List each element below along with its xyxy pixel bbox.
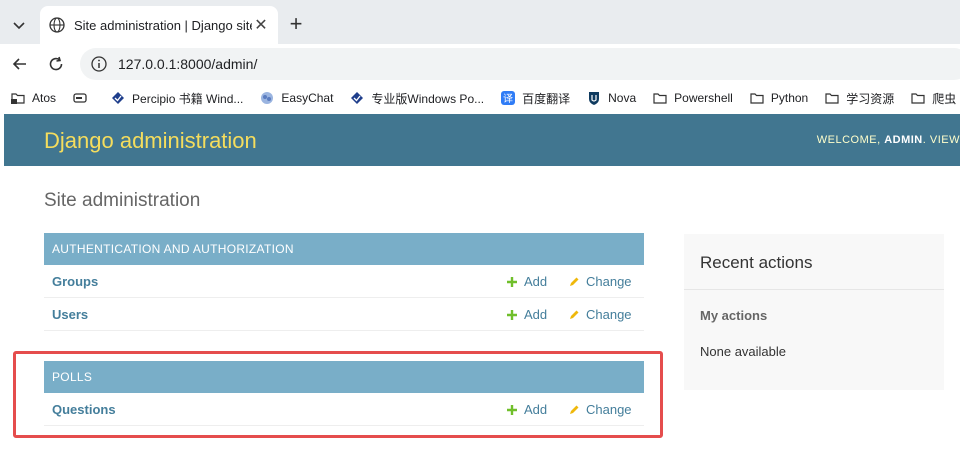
- tab-title: Site administration | Django site a: [74, 17, 252, 33]
- recent-actions-title: Recent actions: [700, 253, 813, 272]
- add-link[interactable]: Add: [506, 307, 547, 322]
- bookmark-atos[interactable]: Atos: [10, 90, 56, 106]
- bookmark-label: Powershell: [674, 91, 733, 105]
- browser-toolbar: 127.0.0.1:8000/admin/: [0, 44, 960, 84]
- bookmark-percipio[interactable]: Percipio 书籍 Wind...: [110, 90, 243, 107]
- add-link[interactable]: Add: [506, 274, 547, 289]
- lock-folder-icon: [10, 90, 26, 106]
- model-link-users[interactable]: Users: [52, 307, 88, 322]
- chevron-down-icon: [13, 22, 25, 30]
- admin-header: Django administration WELCOME, ADMIN. VI…: [4, 114, 960, 166]
- url-text: 127.0.0.1:8000/admin/: [118, 56, 258, 72]
- bookmark-learning[interactable]: 学习资源: [824, 90, 894, 107]
- folder-icon: [910, 90, 926, 106]
- tab-strip: Site administration | Django site a ✕ +: [0, 0, 960, 44]
- reload-icon: [49, 56, 63, 71]
- page-title: Site administration: [44, 190, 201, 211]
- bookmark-label: 专业版Windows Po...: [371, 91, 485, 106]
- folder-icon: [652, 90, 668, 106]
- bookmark-label: Python: [770, 91, 809, 105]
- diamond-icon: [349, 90, 365, 106]
- bookmark-label: 爬虫: [932, 91, 957, 106]
- welcome-text: WELCOME,: [816, 134, 885, 146]
- folder-icon: [824, 90, 840, 106]
- bookmark-label: 百度翻译: [522, 91, 571, 106]
- folder-icon: [749, 90, 765, 106]
- address-bar[interactable]: 127.0.0.1:8000/admin/: [80, 48, 960, 80]
- model-link-groups[interactable]: Groups: [52, 274, 98, 289]
- change-label: Change: [586, 307, 632, 322]
- change-link[interactable]: Change: [568, 274, 632, 289]
- browser-tab[interactable]: Site administration | Django site a ✕: [40, 6, 278, 44]
- site-brand[interactable]: Django administration: [44, 128, 257, 154]
- highlight-box: [13, 351, 663, 438]
- reload-button[interactable]: [44, 52, 68, 76]
- plus-icon: [507, 276, 517, 287]
- bookmark-powershell[interactable]: Powershell: [652, 90, 733, 106]
- diamond-icon: [110, 90, 126, 106]
- bookmark-python[interactable]: Python: [749, 90, 808, 106]
- add-label: Add: [524, 274, 548, 289]
- bookmark-label: Nova: [608, 91, 637, 105]
- tab-search-button[interactable]: [6, 12, 32, 38]
- plus-icon: [507, 309, 517, 320]
- view-site-link[interactable]: . VIEW: [923, 134, 960, 146]
- change-label: Change: [586, 274, 632, 289]
- bookmark-windows-pro[interactable]: 专业版Windows Po...: [349, 90, 484, 107]
- new-tab-button[interactable]: +: [284, 13, 308, 37]
- bookmark-drive[interactable]: [72, 90, 94, 106]
- pencil-icon: [570, 310, 579, 319]
- translate-icon: 译: [500, 90, 516, 106]
- bookmark-nova[interactable]: Nova: [586, 90, 636, 106]
- bookmark-label: Percipio 书籍 Wind...: [132, 91, 244, 106]
- table-row: Users Add Change: [44, 298, 644, 331]
- bookmark-label: EasyChat: [281, 91, 334, 105]
- module-auth: AUTHENTICATION AND AUTHORIZATION Groups …: [44, 233, 644, 331]
- back-button[interactable]: [8, 52, 32, 76]
- module-caption[interactable]: AUTHENTICATION AND AUTHORIZATION: [44, 233, 644, 265]
- empty-message: None available: [700, 344, 787, 359]
- bookmark-baidu-translate[interactable]: 译 百度翻译: [500, 90, 570, 107]
- close-icon[interactable]: ✕: [252, 15, 270, 35]
- bookmark-label: 学习资源: [846, 91, 895, 106]
- bookmark-easychat[interactable]: EasyChat: [259, 90, 333, 106]
- info-icon[interactable]: [90, 55, 108, 73]
- drive-icon: [72, 90, 88, 106]
- brain-icon: [259, 90, 275, 106]
- bookmark-crawler[interactable]: 爬虫: [910, 90, 956, 107]
- divider: [684, 289, 944, 290]
- bookmark-label: Atos: [32, 91, 57, 105]
- add-label: Add: [524, 307, 548, 322]
- arrow-left-icon: [12, 58, 26, 70]
- bookmarks-bar: Atos Percipio 书籍 Wind... EasyChat 专业版Win…: [0, 84, 960, 112]
- table-row: Groups Add Change: [44, 265, 644, 298]
- globe-icon: [49, 17, 65, 33]
- recent-actions-panel: Recent actions My actions None available: [684, 234, 944, 390]
- user-tools: WELCOME, ADMIN. VIEW: [817, 134, 960, 146]
- my-actions-heading: My actions: [700, 308, 768, 323]
- username: ADMIN: [884, 134, 923, 146]
- pencil-icon: [570, 277, 579, 286]
- shield-icon: [586, 90, 602, 106]
- svg-text:译: 译: [503, 93, 513, 105]
- change-link[interactable]: Change: [568, 307, 632, 322]
